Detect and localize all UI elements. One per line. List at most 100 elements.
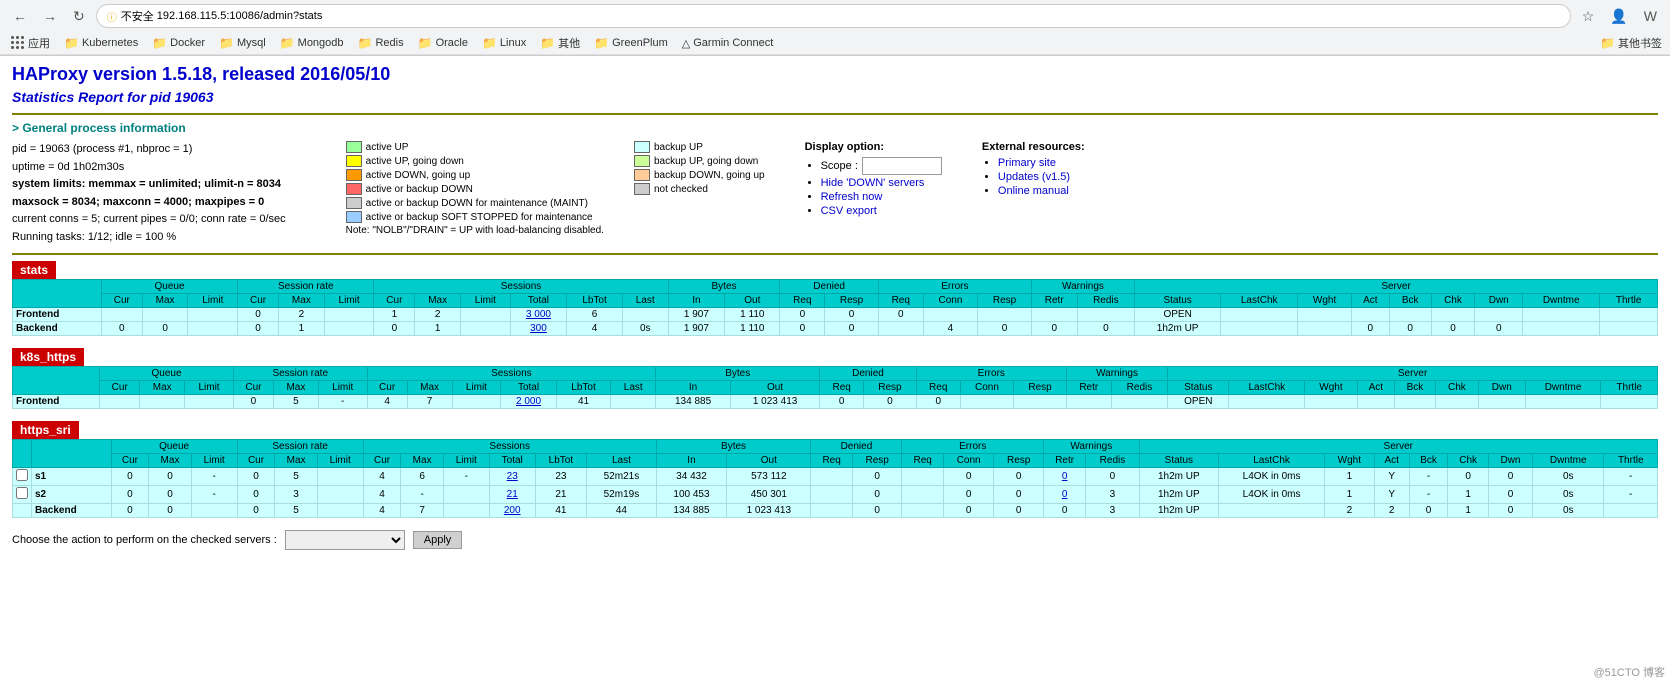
primary-site-link[interactable]: Primary site [998, 157, 1085, 169]
security-icon: ⓘ [107, 9, 117, 24]
bookmark-label: Redis [375, 37, 403, 49]
folder-icon: 📁 [1600, 36, 1615, 50]
table-row: s2 00- 03 4- 212152m19s 100 453450 301 0… [13, 485, 1658, 503]
th-b-out: Out [725, 293, 780, 307]
legend-color [346, 169, 362, 181]
display-options-title: Display option: [805, 141, 942, 153]
bookmark-greenplum[interactable]: 📁 GreenPlum [591, 35, 671, 51]
bookmark-redis[interactable]: 📁 Redis [355, 35, 407, 51]
bookmark-oracle[interactable]: 📁 Oracle [415, 35, 471, 51]
scope-input[interactable] [862, 157, 942, 175]
browser-chrome: ← → ↻ ⓘ 不安全 192.168.115.5:10086/admin?st… [0, 0, 1670, 56]
bookmark-kubernetes[interactable]: 📁 Kubernetes [61, 35, 141, 51]
bookmark-mongodb[interactable]: 📁 Mongodb [277, 35, 347, 51]
th-dwn: Dwn [1475, 293, 1523, 307]
th-s-max: Max [415, 293, 461, 307]
th-session-rate: Session rate [233, 366, 367, 380]
maxsock-line: maxsock = 8034; maxconn = 4000; maxpipes… [12, 194, 286, 212]
legend-backup-up: backup UP [634, 141, 765, 153]
bookmark-docker[interactable]: 📁 Docker [149, 35, 208, 51]
bookmark-apps[interactable]: 应用 [8, 34, 53, 52]
apply-button[interactable]: Apply [413, 531, 463, 549]
th-d-resp: Resp [825, 293, 879, 307]
th-warnings: Warnings [1044, 439, 1140, 453]
th-name [13, 366, 100, 394]
folder-icon: 📁 [64, 36, 79, 50]
th-q-max: Max [142, 293, 188, 307]
row-label: Frontend [13, 394, 100, 408]
legend-color [346, 155, 362, 167]
bookmark-other[interactable]: 📁 其他 [537, 34, 583, 52]
row-checkbox-cell [13, 503, 32, 517]
external-resources: External resources: Primary site Updates… [982, 141, 1085, 247]
profile-button[interactable]: 👤 [1605, 6, 1632, 27]
watermark: @51CTO 博客 [1594, 664, 1665, 680]
section-divider [12, 113, 1658, 115]
action-select[interactable]: set state to READY set state to DRAIN se… [285, 530, 405, 550]
legend-color [634, 183, 650, 195]
bookmark-label: GreenPlum [612, 37, 668, 49]
table-row: Frontend 05- 47 2 00041 134 8851 023 413… [13, 394, 1658, 408]
stats-table: Queue Session rate Sessions Bytes Denied… [12, 279, 1658, 336]
th-errors: Errors [902, 439, 1044, 453]
legend-backup-down-going-up: backup DOWN, going up [634, 169, 765, 181]
legend-active-up: active UP [346, 141, 604, 153]
legend-color-active-up [346, 141, 362, 153]
reload-button[interactable]: ↻ [68, 6, 90, 27]
row-label: s2 [32, 485, 112, 503]
th-sessions: Sessions [367, 366, 656, 380]
updates-link[interactable]: Updates (v1.5) [998, 171, 1085, 183]
back-button[interactable]: ← [8, 6, 32, 26]
th-bck: Bck [1389, 293, 1431, 307]
legend-active-down-going-up: active DOWN, going up [346, 169, 604, 181]
tasks-line: Running tasks: 1/12; idle = 100 % [12, 229, 286, 247]
th-q-limit: Limit [188, 293, 238, 307]
th-q-cur: Cur [101, 293, 142, 307]
th-session-rate: Session rate [238, 279, 374, 293]
bookmark-label: Linux [500, 37, 526, 49]
bookmark-mysql[interactable]: 📁 Mysql [216, 35, 269, 51]
forward-button[interactable]: → [38, 6, 62, 26]
th-name [32, 439, 112, 467]
row-checkbox-cell[interactable] [13, 485, 32, 503]
legend-color [634, 169, 650, 181]
other-bookmarks[interactable]: 📁 其他书签 [1600, 35, 1662, 51]
action-label: Choose the action to perform on the chec… [12, 534, 277, 546]
refresh-now-link[interactable]: Refresh now [821, 191, 942, 203]
https-sri-section: https_sri Queue Session rate Sessions By… [12, 421, 1658, 518]
page-content: HAProxy version 1.5.18, released 2016/05… [0, 56, 1670, 558]
pid-line: pid = 19063 (process #1, nbproc = 1) [12, 141, 286, 159]
th-b-in: In [668, 293, 725, 307]
online-manual-link[interactable]: Online manual [998, 185, 1085, 197]
table-row: Backend 00 01 01 30040s 1 9071 110 00 40… [13, 321, 1658, 335]
server-checkbox[interactable] [16, 487, 28, 499]
apps-grid-icon [11, 36, 25, 50]
th-s-limit: Limit [461, 293, 511, 307]
hide-down-servers-link[interactable]: Hide 'DOWN' servers [821, 177, 942, 189]
folder-icon: 📁 [219, 36, 234, 50]
garmin-icon: △ [682, 37, 690, 50]
th-session-rate: Session rate [237, 439, 363, 453]
bookmark-linux[interactable]: 📁 Linux [479, 35, 529, 51]
th-s-last: Last [622, 293, 668, 307]
th-sessions: Sessions [363, 439, 656, 453]
browser-toolbar: ← → ↻ ⓘ 不安全 192.168.115.5:10086/admin?st… [0, 0, 1670, 32]
section-divider-2 [12, 253, 1658, 255]
table-row: Backend 00 05 47 2004144 134 8851 023 41… [13, 503, 1658, 517]
display-options: Display option: Scope : Hide 'DOWN' serv… [805, 141, 942, 247]
th-errors: Errors [916, 366, 1066, 380]
bookmark-star-button[interactable]: ☆ [1577, 6, 1600, 27]
csv-export-link[interactable]: CSV export [821, 205, 942, 217]
server-checkbox[interactable] [16, 469, 28, 481]
th-chk: Chk [1431, 293, 1475, 307]
legend-color [634, 141, 650, 153]
legend-area: active UP active UP, going down active D… [346, 141, 765, 247]
k8s-https-section-name: k8s_https [12, 348, 84, 366]
th-denied: Denied [811, 439, 902, 453]
row-checkbox-cell[interactable] [13, 467, 32, 485]
top-info-area: pid = 19063 (process #1, nbproc = 1) upt… [12, 141, 1658, 247]
extension-button[interactable]: W [1639, 6, 1662, 26]
bookmark-garmin[interactable]: △ Garmin Connect [679, 36, 777, 51]
address-bar[interactable]: ⓘ 不安全 192.168.115.5:10086/admin?stats [96, 4, 1571, 28]
table-row: s1 00- 05 46- 232352m21s 34 432573 112 0… [13, 467, 1658, 485]
